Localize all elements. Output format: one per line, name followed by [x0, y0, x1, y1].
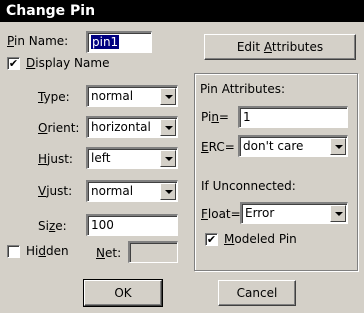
net-label: Net:: [96, 246, 122, 260]
chevron-down-icon[interactable]: [330, 138, 346, 155]
pin-attributes-title: Pin Attributes:: [200, 82, 286, 96]
type-label: Type:: [38, 90, 70, 104]
ok-button[interactable]: OK: [83, 279, 163, 307]
chevron-down-icon[interactable]: [160, 119, 176, 136]
vjust-select[interactable]: normal: [86, 180, 178, 202]
orient-value: horizontal: [91, 120, 151, 134]
pin-number-value: 1: [243, 110, 251, 124]
pin-name-field[interactable]: pin1: [86, 31, 152, 53]
type-value: normal: [91, 89, 134, 103]
pin-number-label: Pin=: [201, 110, 229, 124]
vjust-value: normal: [91, 184, 134, 198]
hjust-label: Hjust:: [38, 152, 73, 166]
erc-select[interactable]: don't care: [238, 135, 348, 157]
modeled-pin-label: Modeled Pin: [224, 232, 297, 246]
size-value: 100: [91, 218, 114, 232]
orient-select[interactable]: horizontal: [86, 116, 178, 138]
vjust-label: Vjust:: [38, 184, 73, 198]
pin-name-label: Pin Name:: [7, 34, 69, 48]
title-bar: Change Pin: [0, 0, 364, 22]
hidden-label: Hidden: [26, 244, 69, 258]
float-label: Float=: [201, 207, 241, 221]
chevron-down-icon[interactable]: [160, 183, 176, 200]
edit-attributes-button[interactable]: Edit Attributes: [204, 34, 356, 60]
display-name-label: Display Name: [26, 56, 110, 70]
type-select[interactable]: normal: [86, 85, 178, 107]
erc-value: don't care: [243, 139, 304, 153]
float-value: Error: [245, 206, 275, 220]
pin-number-field[interactable]: 1: [238, 106, 348, 128]
net-field: [128, 241, 178, 263]
chevron-down-icon[interactable]: [160, 150, 176, 167]
float-select[interactable]: Error: [240, 202, 348, 224]
hidden-checkbox[interactable]: [7, 245, 20, 258]
chevron-down-icon[interactable]: [330, 205, 346, 222]
display-name-checkbox[interactable]: ✔: [7, 57, 20, 70]
check-icon: ✔: [8, 57, 19, 70]
hjust-value: left: [91, 151, 111, 165]
size-label: Size:: [38, 219, 67, 233]
hjust-select[interactable]: left: [86, 147, 178, 169]
chevron-down-icon[interactable]: [160, 88, 176, 105]
check-icon: ✔: [206, 233, 217, 246]
cancel-button[interactable]: Cancel: [218, 280, 296, 306]
pin-name-value: pin1: [91, 35, 120, 49]
orient-label: Orient:: [38, 121, 80, 135]
size-field[interactable]: 100: [86, 214, 178, 236]
modeled-pin-checkbox[interactable]: ✔: [205, 233, 218, 246]
if-unconnected-label: If Unconnected:: [201, 179, 296, 193]
erc-label: ERC=: [201, 140, 235, 154]
